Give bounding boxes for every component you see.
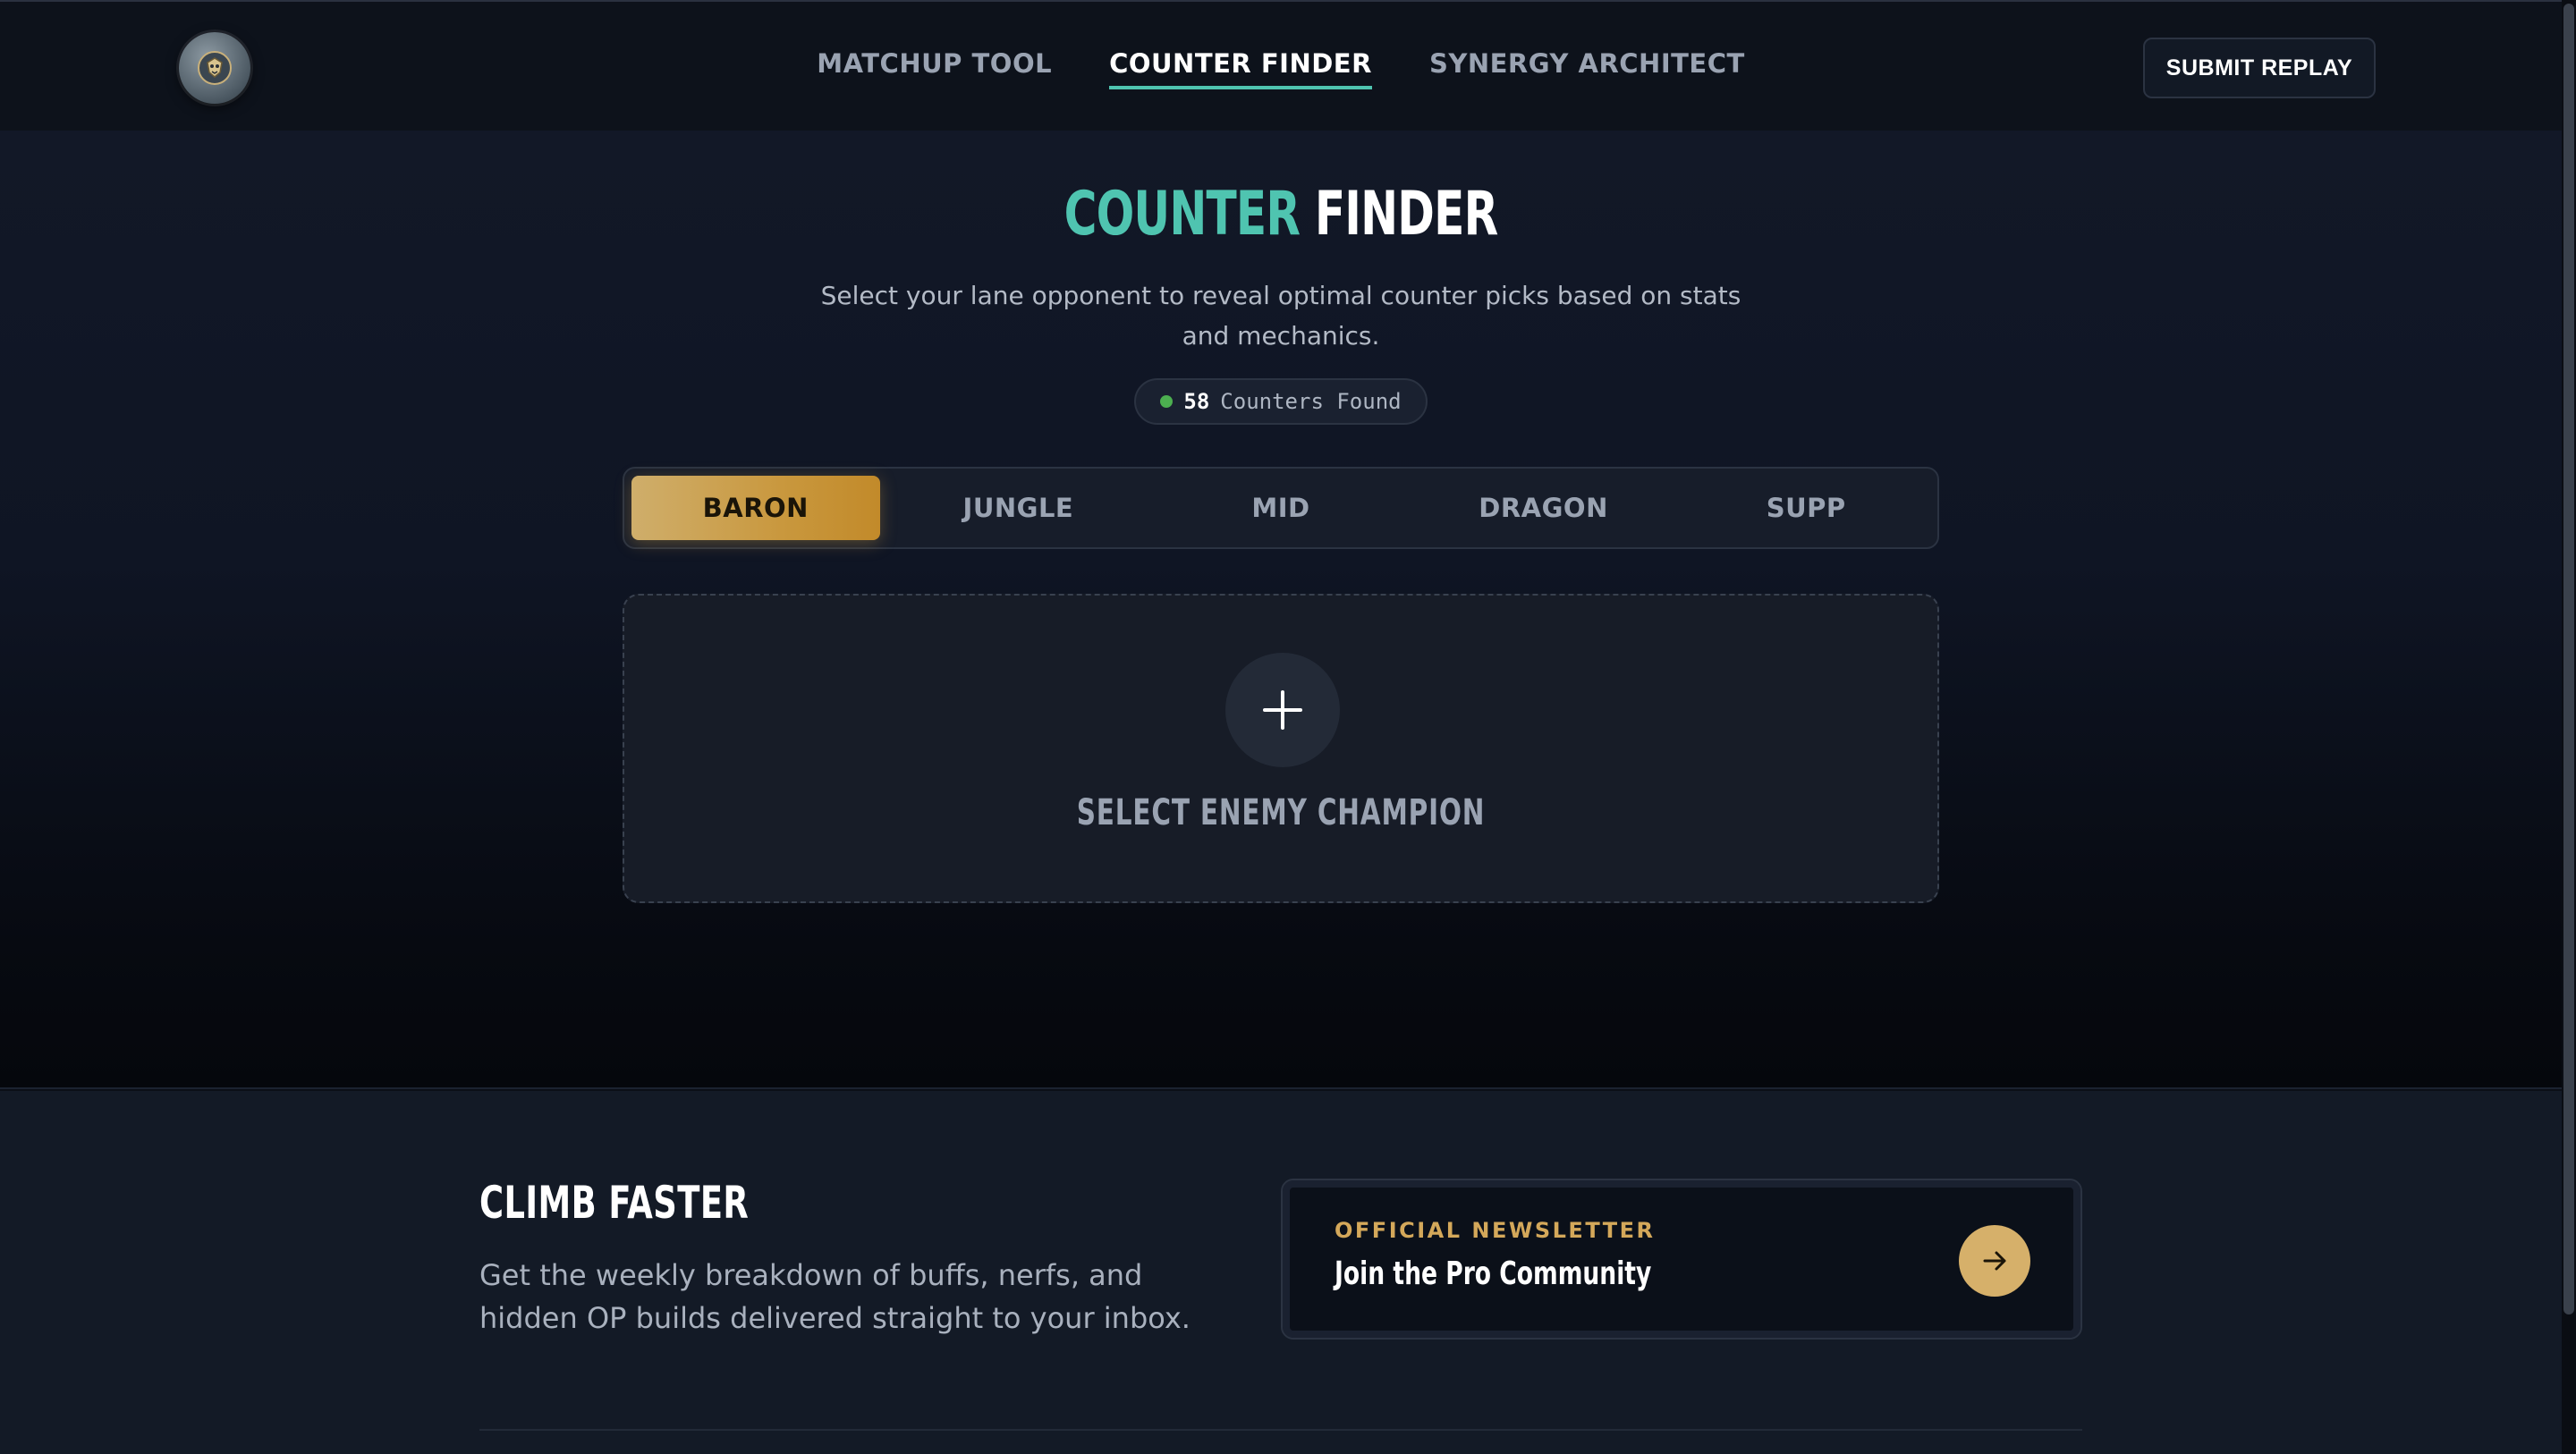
status-dot-icon [1160,395,1174,408]
top-navbar: MATCHUP TOOL COUNTER FINDER SYNERGY ARCH… [0,0,2562,131]
counters-count: 58 [1183,389,1210,414]
counters-label: Counters Found [1220,389,1402,414]
newsletter-description: Get the weekly breakdown of buffs, nerfs… [479,1258,1191,1335]
lane-tab-jungle[interactable]: JUNGLE [894,476,1143,540]
lane-tab-dragon[interactable]: DRAGON [1419,476,1668,540]
select-enemy-champion-dropzone[interactable]: SELECT ENEMY CHAMPION [623,594,1939,903]
newsletter-kicker: OFFICIAL NEWSLETTER [1335,1218,1656,1243]
nav-link-matchup-tool[interactable]: MATCHUP TOOL [817,48,1052,89]
select-enemy-champion-label: SELECT ENEMY CHAMPION [1076,792,1486,833]
page-title-accent: COUNTER [1063,179,1301,249]
lane-tab-mid[interactable]: MID [1157,476,1405,540]
counter-finder-hero: COUNTER FINDER Select your lane opponent… [0,131,2562,1089]
newsletter-heading: CLIMB FASTER [479,1177,750,1229]
submit-replay-button[interactable]: SUBMIT REPLAY [2143,38,2376,98]
nav-link-synergy-architect[interactable]: SYNERGY ARCHITECT [1429,48,1745,89]
lane-selector: BARON JUNGLE MID DRAGON SUPP [623,467,1939,549]
page-title: COUNTER FINDER [231,179,2331,249]
arrow-right-icon [1983,1251,2006,1271]
page-title-plain: FINDER [1314,179,1498,249]
counters-found-badge: 58 Counters Found [1134,378,1428,425]
page-subtitle: Select your lane opponent to reveal opti… [820,281,1741,351]
scrollbar-thumb[interactable] [2563,4,2574,1315]
newsletter-title: Join the Pro Community [1335,1255,1652,1292]
page-scrollbar[interactable] [2562,0,2576,1454]
newsletter-signup-card[interactable]: OFFICIAL NEWSLETTER Join the Pro Communi… [1281,1179,2082,1340]
nav-link-counter-finder[interactable]: COUNTER FINDER [1109,48,1372,89]
page: MATCHUP TOOL COUNTER FINDER SYNERGY ARCH… [0,0,2576,1454]
plus-icon [1263,690,1302,730]
lane-tab-supp[interactable]: SUPP [1682,476,1930,540]
newsletter-join-button[interactable] [1959,1225,2030,1297]
footer-divider [479,1429,2082,1431]
newsletter-section: CLIMB FASTER Get the weekly breakdown of… [0,1091,2562,1454]
lane-tab-baron[interactable]: BARON [631,476,880,540]
add-champion-button[interactable] [1225,653,1340,767]
